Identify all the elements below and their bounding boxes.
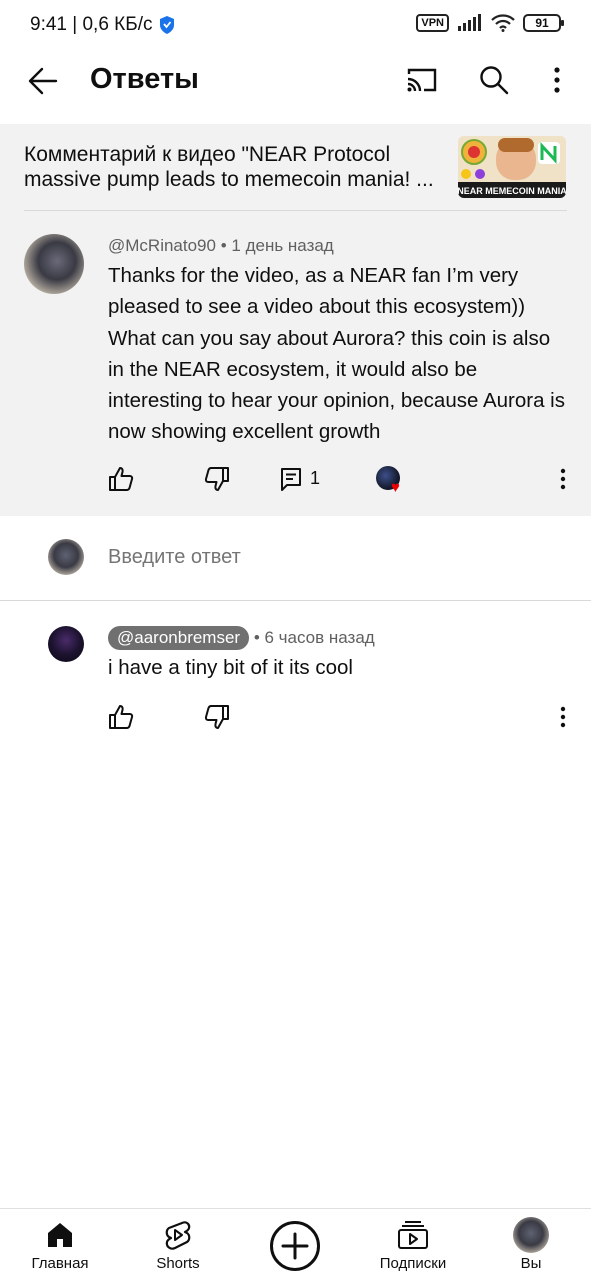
reply-text: i have a tiny bit of it its cool xyxy=(108,656,353,679)
parent-comment-text: Thanks for the video, as a NEAR fan I’m … xyxy=(108,264,565,444)
search-icon xyxy=(480,66,509,95)
like-icon[interactable] xyxy=(108,704,134,730)
heart-icon: ♥ xyxy=(391,479,400,496)
like-icon[interactable] xyxy=(108,466,134,492)
cast-icon xyxy=(407,68,437,92)
status-time: 9:41 | 0,6 КБ/с xyxy=(30,14,153,35)
reply-actions xyxy=(0,704,591,740)
bottom-navigation: Главная Shorts Подписки Вы xyxy=(0,1208,591,1280)
battery-indicator: 91 xyxy=(523,14,564,32)
shorts-icon xyxy=(165,1221,191,1250)
meta-separator-dot: • xyxy=(249,628,265,647)
reply-item: @aaronbremser • 6 часов назад i have a t… xyxy=(0,602,591,752)
thumbnail-image: NEAR MEMECOIN MANIA xyxy=(458,136,566,198)
current-user-avatar xyxy=(48,539,84,575)
reply-input[interactable] xyxy=(108,546,548,569)
nav-home[interactable]: Главная xyxy=(20,1209,100,1280)
meta-separator-dot: • xyxy=(220,236,232,255)
panel-divider xyxy=(24,210,567,211)
parent-comment-meta: @McRinato90 • 1 день назад xyxy=(108,236,334,256)
app-bar: Ответы xyxy=(0,52,591,124)
reply-author-handle[interactable]: @aaronbremser xyxy=(108,626,250,650)
plus-icon xyxy=(281,1232,309,1260)
dislike-icon[interactable] xyxy=(204,466,230,492)
you-avatar xyxy=(513,1217,549,1253)
cast-button[interactable] xyxy=(402,60,442,100)
nav-home-label: Главная xyxy=(31,1255,89,1272)
nav-shorts-label: Shorts xyxy=(156,1255,200,1272)
parent-author-avatar[interactable] xyxy=(24,234,84,294)
reply-comment-icon[interactable] xyxy=(278,466,304,492)
nav-you[interactable]: Вы xyxy=(501,1209,561,1280)
page-title: Ответы xyxy=(90,63,199,95)
parent-author-handle[interactable]: @McRinato90 xyxy=(108,236,216,255)
vpn-shield-icon xyxy=(160,16,175,34)
creator-heart-badge: ♥ xyxy=(376,466,406,496)
subscriptions-icon xyxy=(398,1221,428,1249)
video-reference-link[interactable]: Комментарий к видео "NEAR Protocol massi… xyxy=(24,142,444,192)
video-reference-line-2: massive pump leads to memecoin mania! ..… xyxy=(24,168,434,191)
reply-count: 1 xyxy=(310,468,321,488)
create-button[interactable] xyxy=(270,1221,320,1271)
more-options-button[interactable] xyxy=(540,60,574,100)
parent-comment-time: 1 день назад xyxy=(231,236,334,255)
video-thumbnail[interactable]: NEAR MEMECOIN MANIA xyxy=(458,136,566,198)
status-bar: 9:41 | 0,6 КБ/с VPN 91 xyxy=(0,0,591,52)
comment-more-icon[interactable] xyxy=(550,466,576,492)
signal-icon xyxy=(458,14,481,31)
reply-meta: @aaronbremser • 6 часов назад xyxy=(108,626,375,650)
back-button[interactable] xyxy=(22,60,64,102)
nav-you-label: Вы xyxy=(520,1255,542,1272)
more-vert-icon xyxy=(554,67,560,93)
wifi-icon xyxy=(491,14,515,32)
reply-input-row xyxy=(0,516,591,601)
parent-comment-actions: 1 ♥ xyxy=(0,466,591,502)
nav-subscriptions-label: Подписки xyxy=(379,1255,447,1272)
vpn-badge: VPN xyxy=(416,14,449,32)
video-reference-line-1: Комментарий к видео "NEAR Protocol xyxy=(24,143,391,166)
reply-author-avatar[interactable] xyxy=(48,626,84,662)
reply-more-icon[interactable] xyxy=(550,704,576,730)
nav-shorts[interactable]: Shorts xyxy=(140,1209,216,1280)
dislike-icon[interactable] xyxy=(204,704,230,730)
home-icon xyxy=(48,1223,72,1247)
arrow-back-icon xyxy=(28,67,58,95)
search-button[interactable] xyxy=(474,60,514,100)
thumbnail-caption: NEAR MEMECOIN MANIA xyxy=(458,186,566,196)
reply-time: 6 часов назад xyxy=(264,628,375,647)
nav-subscriptions[interactable]: Подписки xyxy=(372,1209,454,1280)
parent-comment-panel: Комментарий к видео "NEAR Protocol massi… xyxy=(0,124,591,516)
